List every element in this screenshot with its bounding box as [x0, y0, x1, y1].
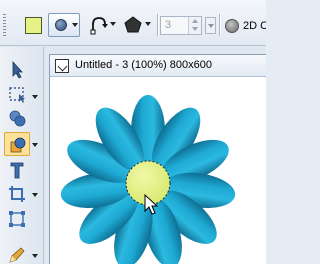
editor-window: 3 2D C Untitled - 3 (100%) 800x600: [0, 0, 266, 264]
toolbar-separator: [157, 14, 158, 36]
chevron-down-icon[interactable]: [32, 95, 38, 99]
chevron-down-icon[interactable]: [32, 193, 38, 197]
toolbar-separator: [219, 14, 220, 36]
document-titlebar[interactable]: Untitled - 3 (100%) 800x600: [50, 55, 266, 77]
chevron-down-icon[interactable]: [32, 143, 38, 147]
pointer-arrow-icon: [12, 60, 23, 79]
text-tool[interactable]: [4, 158, 30, 182]
toolbar-grip[interactable]: [3, 14, 6, 36]
pen-tool[interactable]: [4, 243, 30, 264]
curve-style-button[interactable]: [87, 13, 117, 37]
tools-panel: [0, 47, 44, 264]
marquee-select-icon: [9, 87, 25, 103]
document-icon: [55, 59, 69, 73]
chevron-down-icon: [72, 23, 78, 27]
shape-fill-icon: [10, 137, 26, 153]
polygon-sides-stepper[interactable]: 3: [160, 16, 202, 35]
chevron-down-icon[interactable]: [32, 254, 38, 258]
stepper-arrows[interactable]: [188, 17, 201, 34]
chevron-down-icon: [208, 24, 214, 28]
drawing-canvas[interactable]: [50, 78, 266, 264]
crop-tool-icon: [9, 186, 25, 202]
document-title: Untitled - 3 (100%) 800x600: [75, 59, 212, 71]
polygon-style-button[interactable]: [120, 13, 154, 37]
property-toolbar: 3 2D C: [0, 0, 266, 46]
flower-drawing[interactable]: [50, 78, 266, 264]
pentagon-icon: [124, 16, 142, 33]
ellipse-shape-icon: [55, 19, 67, 31]
pointer-tool[interactable]: [4, 58, 30, 82]
blob-shapes-icon: [9, 110, 26, 127]
chevron-down-icon: [145, 22, 151, 26]
stepper-down-icon[interactable]: [192, 27, 198, 31]
stepper-up-icon[interactable]: [192, 19, 198, 23]
chevron-down-icon: [110, 22, 116, 26]
document-window: Untitled - 3 (100%) 800x600: [49, 54, 266, 264]
crop-tool[interactable]: [4, 182, 30, 206]
text-tool-icon: [10, 162, 24, 179]
sides-value: 3: [165, 19, 172, 31]
shape-type-button[interactable]: [48, 13, 80, 37]
shape-tool[interactable]: [4, 132, 30, 156]
curve-arrow-icon: [90, 17, 108, 35]
sides-dropdown-button[interactable]: [205, 17, 216, 34]
sphere-icon[interactable]: [225, 19, 239, 33]
fill-color-swatch[interactable]: [25, 17, 42, 34]
transform-tool-icon: [9, 211, 25, 227]
transform-tool[interactable]: [4, 207, 30, 231]
render-mode-label[interactable]: 2D C: [243, 20, 266, 32]
blob-tool[interactable]: [4, 106, 30, 130]
pen-tool-icon: [9, 247, 25, 263]
marquee-tool[interactable]: [4, 82, 30, 106]
